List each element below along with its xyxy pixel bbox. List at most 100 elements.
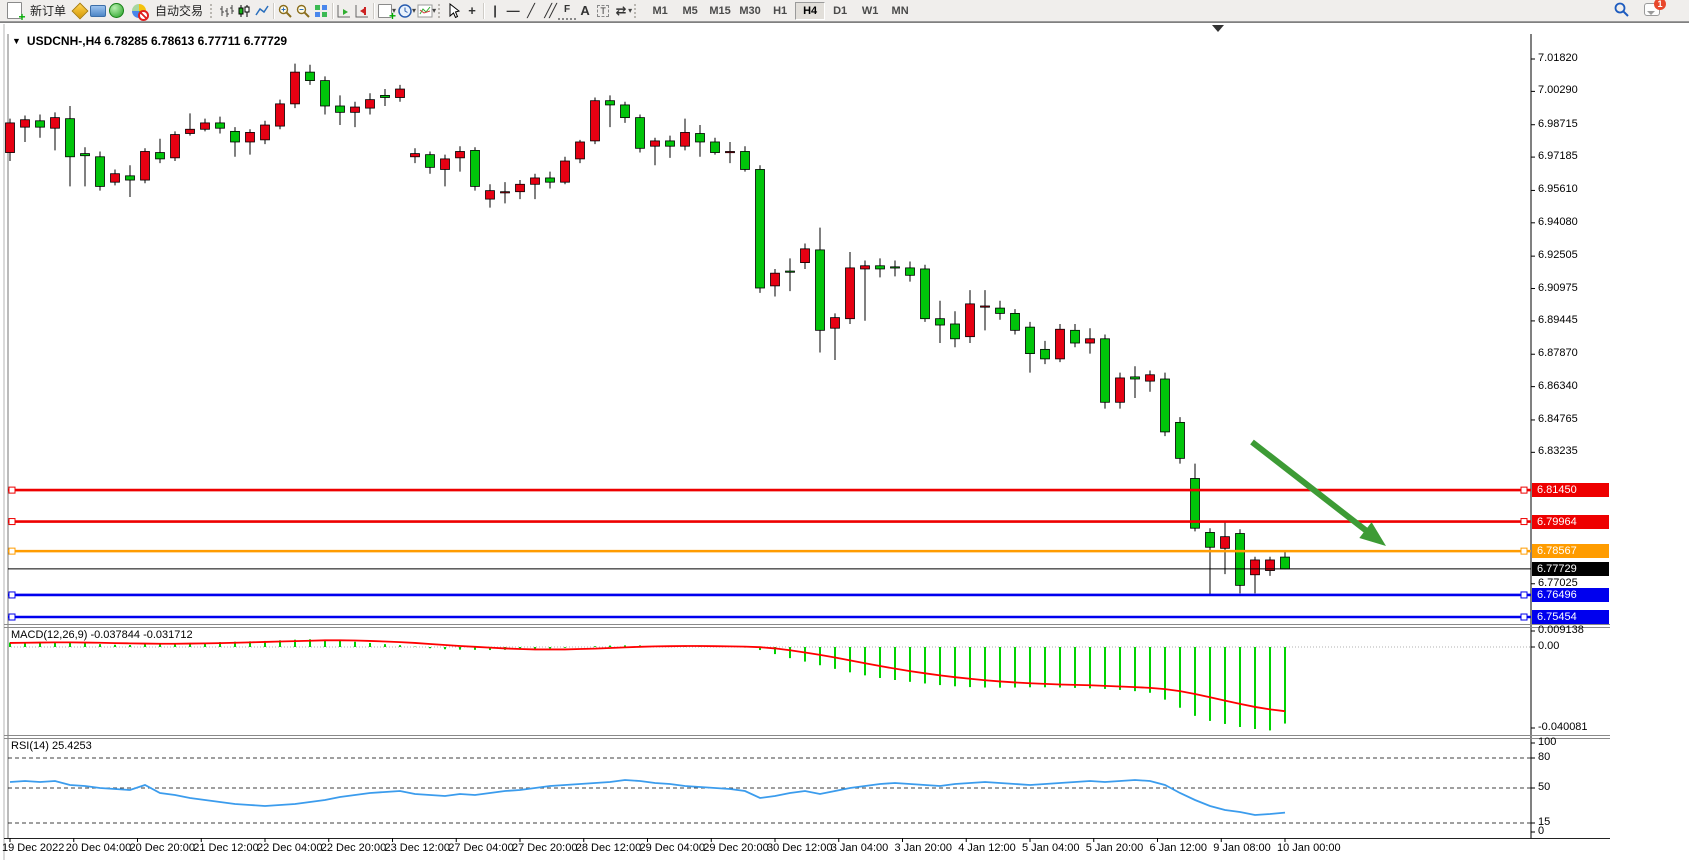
autotrading-icon[interactable] xyxy=(130,2,148,19)
timeframe-button-w1[interactable]: W1 xyxy=(855,2,885,20)
new-order-label: 新订单 xyxy=(30,2,66,19)
macd-axis-label: 0.009138 xyxy=(1538,624,1584,636)
time-axis-label: 19 Dec 2022 xyxy=(2,842,64,854)
virtual-hosting-icon[interactable] xyxy=(89,2,107,19)
tile-windows-icon[interactable] xyxy=(312,2,330,19)
macd-indicator-label: MACD(12,26,9) -0.037844 -0.031712 xyxy=(11,629,193,641)
bull-candle xyxy=(441,159,450,170)
chart-canvas[interactable] xyxy=(0,1,1689,861)
price-axis-tick: 6.97185 xyxy=(1538,150,1578,162)
line-handle xyxy=(9,592,15,598)
bear-candle xyxy=(156,153,165,159)
bull-candle xyxy=(291,72,300,104)
bear-candle xyxy=(321,81,330,106)
one-click-trading-toggle[interactable]: ▼ xyxy=(12,36,21,46)
bear-candle xyxy=(816,250,825,330)
bid-price-label: 6.77729 xyxy=(1532,562,1609,576)
bear-candle xyxy=(1026,327,1035,353)
toolbar-drag-handle[interactable] xyxy=(634,4,639,18)
bear-candle xyxy=(891,267,900,268)
search-icon[interactable] xyxy=(1612,1,1630,18)
bull-candle xyxy=(6,123,15,153)
toolbar-drag-handle[interactable] xyxy=(438,4,443,18)
tim eframe-toolbar: M1M5M15M30H1H4D1W1MN xyxy=(645,2,915,20)
line-chart-icon[interactable] xyxy=(253,2,271,19)
bull-candle xyxy=(531,178,540,184)
line-handle xyxy=(9,487,15,493)
auto-scroll-icon[interactable] xyxy=(335,2,353,19)
timeframe-button-m15[interactable]: M15 xyxy=(705,2,735,20)
templates-icon[interactable]: + xyxy=(376,2,394,19)
chart-shift-icon[interactable] xyxy=(353,2,371,19)
cursor-icon[interactable] xyxy=(445,2,463,19)
bull-candle xyxy=(966,304,975,337)
bull-candle xyxy=(171,135,180,158)
candlestick-chart-icon[interactable] xyxy=(235,2,253,19)
bar-chart-icon[interactable] xyxy=(217,2,235,19)
bull-candle xyxy=(186,129,195,133)
trendline-icon[interactable]: ╱ xyxy=(522,2,540,19)
timeframe-button-mn[interactable]: MN xyxy=(885,2,915,20)
time-axis-label: 30 Dec 12:00 xyxy=(767,842,832,854)
text-label-icon[interactable]: T xyxy=(594,2,612,19)
bull-candle xyxy=(276,104,285,126)
horizontal-line-icon[interactable]: — xyxy=(504,2,522,19)
timeframe-button-h1[interactable]: H1 xyxy=(765,2,795,20)
new-order-button[interactable]: + 新订单 xyxy=(0,0,71,21)
bull-candle xyxy=(1116,378,1125,402)
chat-icon[interactable]: 1 xyxy=(1643,1,1661,18)
bull-candle xyxy=(981,306,990,307)
zoom-in-icon[interactable] xyxy=(276,2,294,19)
time-axis-label: 22 Dec 04:00 xyxy=(257,842,322,854)
bull-candle xyxy=(21,120,30,127)
price-axis-tick: 7.01820 xyxy=(1538,52,1578,64)
price-axis-tick: 6.77025 xyxy=(1538,577,1578,589)
time-axis-label: 5 Jan 20:00 xyxy=(1086,842,1144,854)
timeframe-button-d1[interactable]: D1 xyxy=(825,2,855,20)
timeframe-button-h4[interactable]: H4 xyxy=(795,2,825,20)
bull-candle xyxy=(141,151,150,180)
indicators-icon[interactable] xyxy=(416,2,434,19)
rsi-indicator-label: RSI(14) 25.4253 xyxy=(11,740,92,752)
periods-clock-icon[interactable] xyxy=(396,2,414,19)
timeframe-button-m30[interactable]: M30 xyxy=(735,2,765,20)
line-handle xyxy=(9,548,15,554)
time-axis-label: 9 Jan 08:00 xyxy=(1213,842,1271,854)
bull-candle xyxy=(111,174,120,182)
equidistant-channel-icon[interactable]: ╱╱ xyxy=(540,2,558,19)
arrows-icon[interactable]: ⇄ xyxy=(612,2,630,19)
toolbar-drag-handle[interactable] xyxy=(210,4,215,18)
autotrading-button[interactable]: 自动交易 xyxy=(125,0,208,21)
timeframe-button-m1[interactable]: M1 xyxy=(645,2,675,20)
line-handle xyxy=(1521,519,1527,525)
bull-candle xyxy=(861,266,870,269)
time-axis-label: 10 Jan 00:00 xyxy=(1277,842,1341,854)
price-line-label: 6.78567 xyxy=(1532,544,1609,558)
time-axis-label: 21 Dec 12:00 xyxy=(193,842,258,854)
crosshair-icon[interactable]: + xyxy=(463,2,481,19)
new-order-icon[interactable]: + xyxy=(5,2,23,19)
bull-candle xyxy=(681,132,690,146)
zoom-out-icon[interactable] xyxy=(294,2,312,19)
rsi-axis-label: 100 xyxy=(1538,736,1556,748)
metaeditor-icon[interactable] xyxy=(71,2,89,19)
signals-icon[interactable] xyxy=(107,2,125,19)
bear-candle xyxy=(216,123,225,128)
fibonacci-icon[interactable]: F xyxy=(558,1,576,20)
vertical-line-icon[interactable]: | xyxy=(486,2,504,19)
bear-candle xyxy=(741,151,750,169)
bull-candle xyxy=(351,107,360,112)
time-axis-label: 4 Jan 12:00 xyxy=(958,842,1016,854)
time-axis-label: 3 Jan 20:00 xyxy=(895,842,953,854)
text-icon[interactable]: A xyxy=(576,2,594,19)
time-axis-label: 3 Jan 04:00 xyxy=(831,842,889,854)
timeframe-button-m5[interactable]: M5 xyxy=(675,2,705,20)
price-axis-tick: 7.00290 xyxy=(1538,84,1578,96)
time-axis-label: 27 Dec 20:00 xyxy=(512,842,577,854)
bear-candle xyxy=(546,178,555,182)
bear-candle xyxy=(1131,377,1140,379)
bear-candle xyxy=(756,169,765,288)
bear-candle xyxy=(1011,313,1020,330)
bear-candle xyxy=(951,324,960,339)
bear-candle xyxy=(786,271,795,272)
